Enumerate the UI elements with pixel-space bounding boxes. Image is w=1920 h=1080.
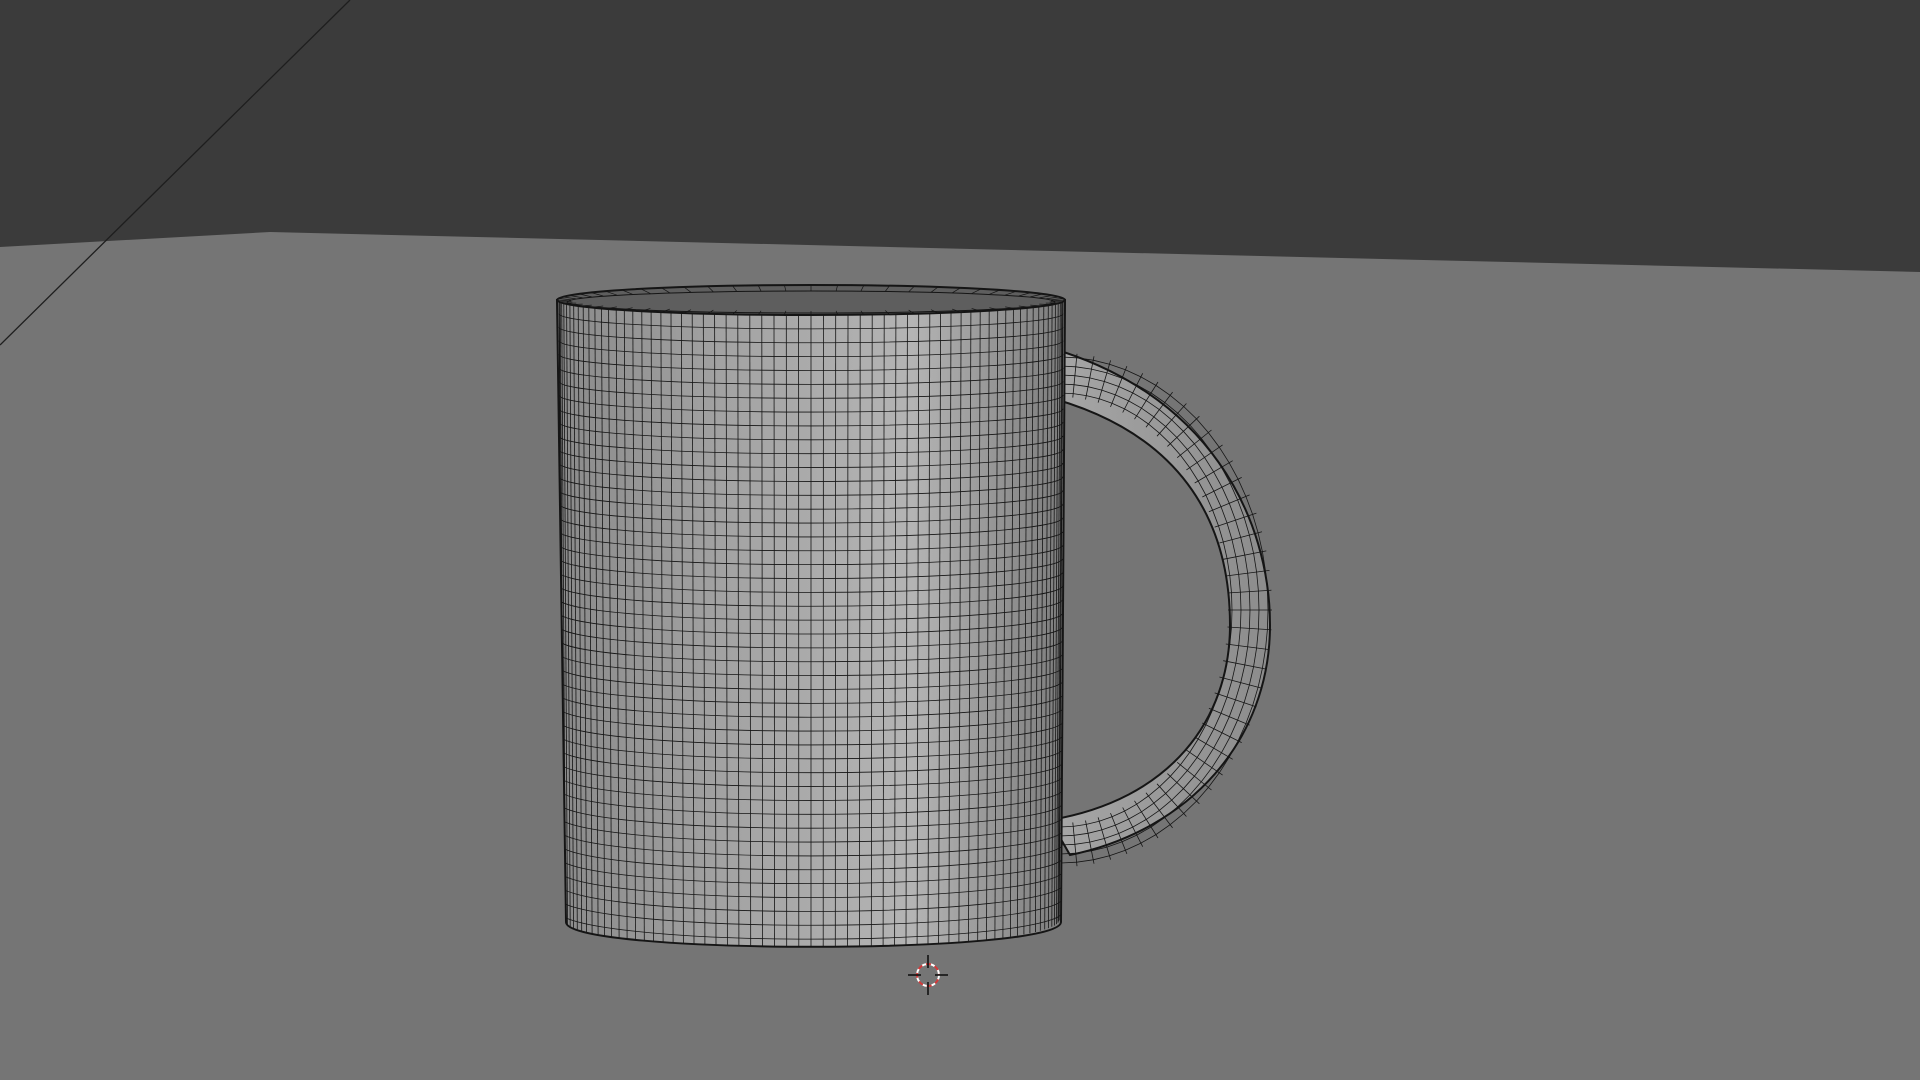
viewport-scene[interactable] [0,0,1920,1080]
3d-viewport[interactable] [0,0,1920,1080]
mug-rim[interactable] [556,284,1066,316]
mug-body[interactable] [555,299,1067,953]
